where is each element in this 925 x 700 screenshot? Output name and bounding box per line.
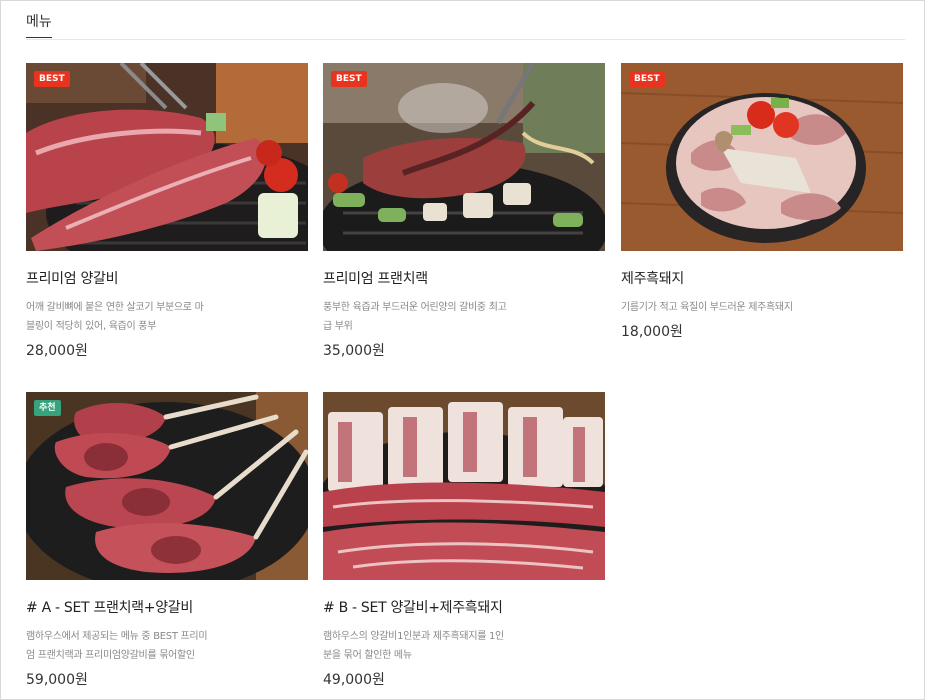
food-photo	[621, 63, 903, 251]
best-badge: BEST	[331, 71, 367, 87]
menu-description: 풍부한 육즙과 부드러운 어린양의 갈비중 최고급 부위	[323, 302, 507, 332]
menu-card[interactable]: BEST 제주흑돼지 기름기가 적고 육질이 부드러운 제주흑돼지 18,000…	[621, 63, 903, 341]
menu-photo-lamb-ribs[interactable]: BEST	[26, 63, 308, 251]
food-photo	[26, 392, 308, 580]
food-photo	[323, 392, 605, 580]
menu-description: 어깨 갈비뼈에 붙은 연한 살코기 부분으로 마블링이 적당히 있어, 육즙이 …	[26, 302, 204, 332]
menu-card[interactable]: # B - SET 양갈비+제주흑돼지 램하우스의 양갈비1인분과 제주흑돼지를…	[323, 392, 605, 689]
menu-name[interactable]: # B - SET 양갈비+제주흑돼지	[323, 597, 605, 617]
menu-price: 49,000원	[323, 672, 385, 688]
best-badge: BEST	[629, 71, 665, 87]
menu-price: 35,000원	[323, 343, 385, 359]
recommend-badge: 추천	[34, 400, 61, 416]
menu-name[interactable]: 프리미엄 프랜치랙	[323, 268, 605, 288]
menu-description: 기름기가 적고 육질이 부드러운 제주흑돼지	[621, 302, 793, 313]
menu-price: 28,000원	[26, 343, 88, 359]
menu-description: 램하우스에서 제공되는 메뉴 중 BEST 프리미엄 프랜치랙과 프리미엄양갈비…	[26, 631, 208, 661]
menu-name[interactable]: # A - SET 프랜치랙+양갈비	[26, 597, 308, 617]
menu-price: 18,000원	[621, 324, 683, 340]
best-badge: BEST	[34, 71, 70, 87]
menu-photo-set-b[interactable]	[323, 392, 605, 580]
menu-card[interactable]: BEST 프리미엄 양갈비 어깨 갈비뼈에 붙은 연한 살코기 부분으로 마블링…	[26, 63, 308, 360]
section-title: 메뉴	[26, 11, 52, 38]
food-photo	[26, 63, 308, 251]
menu-panel: 메뉴 BEST 프리미엄 양갈비 어깨 갈비뼈에 붙은 연한 살코기 부분으로 …	[0, 0, 925, 700]
menu-card[interactable]: BEST 프리미엄 프랜치랙 풍부한 육즙과 부드러운 어린양의 갈비중 최고급…	[323, 63, 605, 360]
menu-photo-jeju-pork[interactable]: BEST	[621, 63, 903, 251]
menu-name[interactable]: 제주흑돼지	[621, 268, 903, 288]
menu-card[interactable]: 추천 # A - SET 프랜치랙+양갈비 램하우스에서 제공되는 메뉴 중 B…	[26, 392, 308, 689]
section-header: 메뉴	[26, 9, 905, 40]
menu-description: 램하우스의 양갈비1인분과 제주흑돼지를 1인분을 묶어 할인한 메뉴	[323, 631, 504, 661]
menu-name[interactable]: 프리미엄 양갈비	[26, 268, 308, 288]
menu-price: 59,000원	[26, 672, 88, 688]
menu-photo-french-rack[interactable]: BEST	[323, 63, 605, 251]
food-photo	[323, 63, 605, 251]
menu-photo-set-a[interactable]: 추천	[26, 392, 308, 580]
